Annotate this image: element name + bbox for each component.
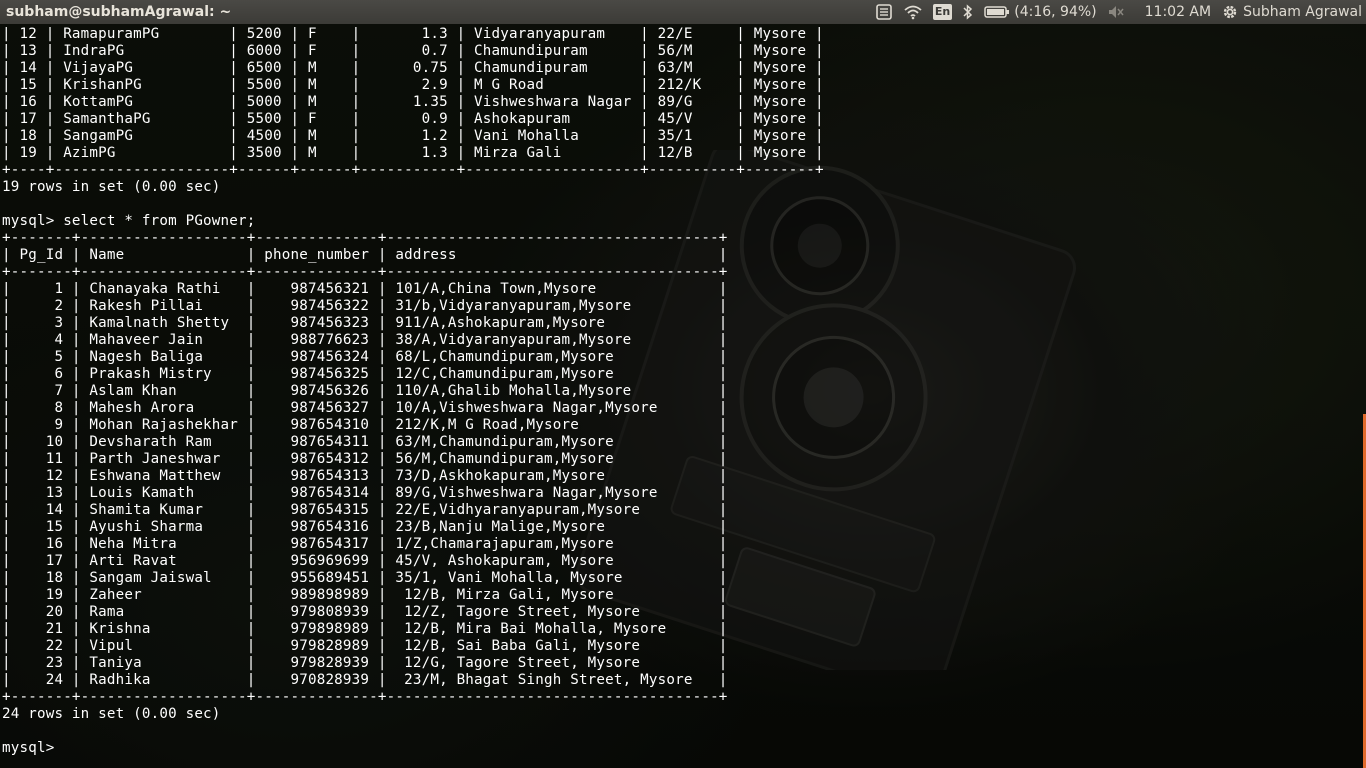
terminal-line: | 23 | Taniya | 979828939 | 12/G, Tagore… (2, 655, 728, 671)
terminal-line: 19 rows in set (0.00 sec) (2, 179, 221, 195)
terminal-line: | 6 | Prakash Mistry | 987456325 | 12/C,… (2, 366, 728, 382)
indicator-battery[interactable]: (4:16, 94%) (984, 0, 1097, 24)
gear-icon (1223, 5, 1237, 19)
terminal-line: +-------+-------------------+-----------… (2, 689, 728, 705)
terminal-line: | 17 | SamanthaPG | 5500 | F | 0.9 | Ash… (2, 111, 824, 127)
terminal-output: | 12 | RamapuramPG | 5200 | F | 1.3 | Vi… (2, 26, 824, 757)
window-title: subham@subhamAgrawal: ~ (6, 4, 232, 20)
terminal-line: | 14 | Shamita Kumar | 987654315 | 22/E,… (2, 502, 728, 518)
terminal-line: 24 rows in set (0.00 sec) (2, 706, 221, 722)
terminal-line: | 12 | Eshwana Matthew | 987654313 | 73/… (2, 468, 728, 484)
terminal-line: | 21 | Krishna | 979898989 | 12/B, Mira … (2, 621, 728, 637)
terminal-line: | 18 | SangamPG | 4500 | M | 1.2 | Vani … (2, 128, 824, 144)
terminal-line: | Pg_Id | Name | phone_number | address … (2, 247, 728, 263)
terminal-line: | 16 | KottamPG | 5000 | M | 1.35 | Vish… (2, 94, 824, 110)
terminal-line: | 10 | Devsharath Ram | 987654311 | 63/M… (2, 434, 728, 450)
battery-icon (984, 6, 1010, 18)
terminal-line: | 4 | Mahaveer Jain | 988776623 | 38/A,V… (2, 332, 728, 348)
battery-status: (4:16, 94%) (1014, 4, 1097, 20)
keyboard-indicator-icon (876, 4, 892, 20)
volume-muted-icon (1108, 6, 1124, 18)
terminal-line: | 9 | Mohan Rajashekhar | 987654310 | 21… (2, 417, 728, 433)
indicator-network[interactable] (903, 0, 923, 24)
indicator-session[interactable]: Subham Agrawal (1221, 0, 1362, 24)
user-name: Subham Agrawal (1243, 4, 1362, 20)
terminal-line: | 13 | IndraPG | 6000 | F | 0.7 | Chamun… (2, 43, 824, 59)
terminal-window[interactable]: | 12 | RamapuramPG | 5200 | F | 1.3 | Vi… (0, 24, 1366, 768)
clock-time: 11:02 AM (1144, 4, 1212, 20)
terminal-line: | 3 | Kamalnath Shetty | 987456323 | 911… (2, 315, 728, 331)
terminal-line: | 22 | Vipul | 979828989 | 12/B, Sai Bab… (2, 638, 728, 654)
terminal-line: | 19 | AzimPG | 3500 | M | 1.3 | Mirza G… (2, 145, 824, 161)
terminal-line: | 15 | Ayushi Sharma | 987654316 | 23/B,… (2, 519, 728, 535)
wifi-icon (904, 5, 922, 20)
bluetooth-icon (963, 4, 973, 20)
terminal-line: | 19 | Zaheer | 989898989 | 12/B, Mirza … (2, 587, 728, 603)
terminal-line: | 20 | Rama | 979808939 | 12/Z, Tagore S… (2, 604, 728, 620)
top-panel: subham@subhamAgrawal: ~ En (4:16, 94%) 1… (0, 0, 1366, 24)
terminal-line: | 11 | Parth Janeshwar | 987654312 | 56/… (2, 451, 728, 467)
terminal-line: +----+--------------------+------+------… (2, 162, 824, 178)
terminal-line: | 5 | Nagesh Baliga | 987456324 | 68/L,C… (2, 349, 728, 365)
terminal-line: mysql> select * from PGowner; (2, 213, 256, 229)
terminal-line: mysql> (2, 740, 64, 756)
indicator-bluetooth[interactable] (962, 0, 974, 24)
terminal-line: | 13 | Louis Kamath | 987654314 | 89/G,V… (2, 485, 728, 501)
language-label: En (932, 4, 953, 20)
terminal-line: | 12 | RamapuramPG | 5200 | F | 1.3 | Vi… (2, 26, 824, 42)
indicator-language[interactable]: En (932, 0, 953, 24)
terminal-line: | 1 | Chanayaka Rathi | 987456321 | 101/… (2, 281, 728, 297)
indicator-keyboard[interactable] (875, 0, 893, 24)
terminal-line: | 14 | VijayaPG | 6500 | M | 0.75 | Cham… (2, 60, 824, 76)
indicator-sound[interactable] (1107, 0, 1125, 24)
terminal-line: | 24 | Radhika | 970828939 | 23/M, Bhaga… (2, 672, 728, 688)
indicator-area: En (4:16, 94%) 11:02 AM Subham Agrawal (875, 0, 1362, 24)
terminal-line: | 17 | Arti Ravat | 956969699 | 45/V, As… (2, 553, 728, 569)
terminal-line: | 2 | Rakesh Pillai | 987456322 | 31/b,V… (2, 298, 728, 314)
terminal-line: | 15 | KrishanPG | 5500 | M | 2.9 | M G … (2, 77, 824, 93)
terminal-line: | 7 | Aslam Khan | 987456326 | 110/A,Gha… (2, 383, 728, 399)
terminal-line: | 16 | Neha Mitra | 987654317 | 1/Z,Cham… (2, 536, 728, 552)
terminal-line: +-------+-------------------+-----------… (2, 230, 728, 246)
terminal-line: | 18 | Sangam Jaiswal | 955689451 | 35/1… (2, 570, 728, 586)
terminal-line: | 8 | Mahesh Arora | 987456327 | 10/A,Vi… (2, 400, 728, 416)
terminal-line: +-------+-------------------+-----------… (2, 264, 728, 280)
indicator-clock[interactable]: 11:02 AM (1145, 0, 1211, 24)
